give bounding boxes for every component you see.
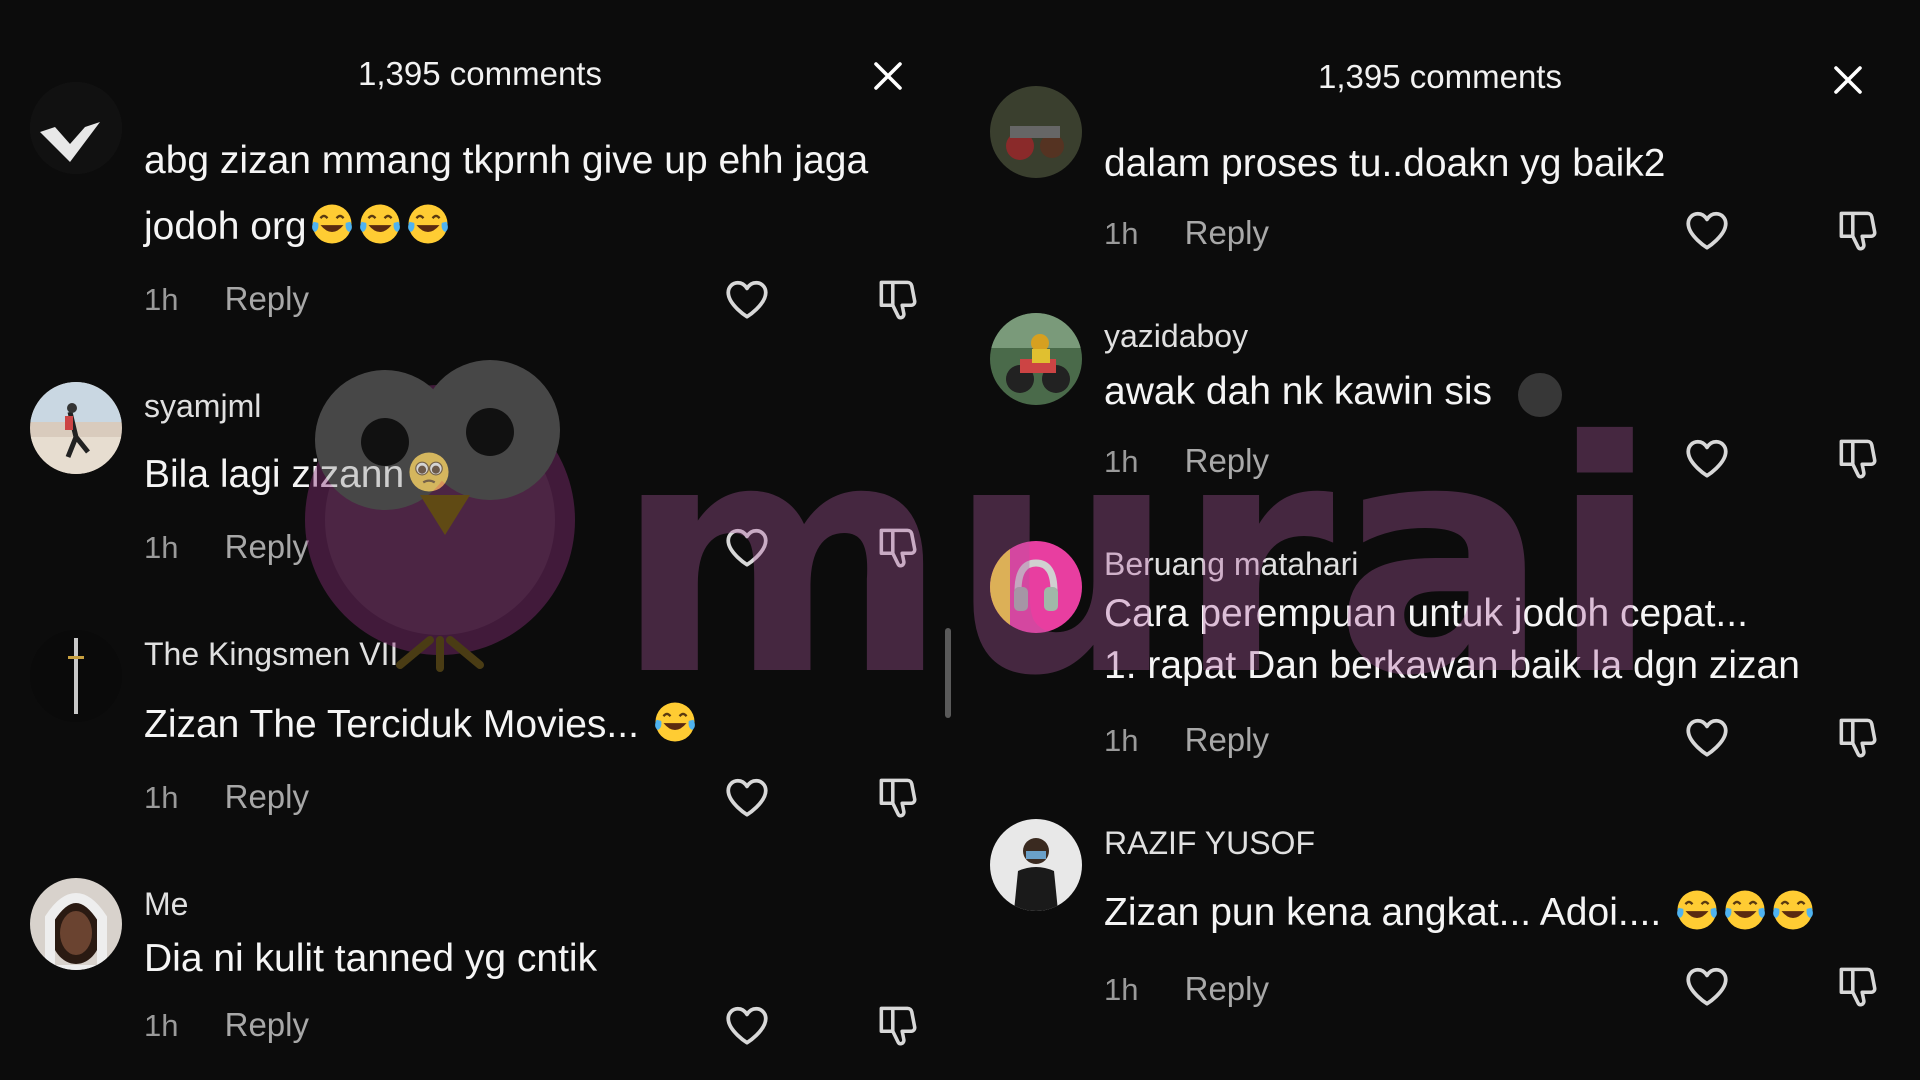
tears-of-joy-emoji xyxy=(1722,887,1768,933)
comment-username[interactable]: Beruang matahari xyxy=(1104,546,1358,583)
comment-text-line: Cara perempuan untuk jodoh cepat... xyxy=(1104,592,1748,635)
tears-of-joy-emoji xyxy=(309,201,355,247)
close-icon[interactable] xyxy=(1830,62,1866,98)
comment-meta: 1h Reply xyxy=(144,1006,309,1044)
comment-meta: 1h Reply xyxy=(1104,214,1269,252)
comment-text: abg zizan mmang tkprnh give up ehh jaga … xyxy=(144,139,869,248)
comment-username[interactable]: RAZIF YUSOF xyxy=(1104,825,1315,862)
tears-of-joy-emoji xyxy=(1674,887,1720,933)
comment-username[interactable]: syamjml xyxy=(144,388,261,425)
reply-button[interactable]: Reply xyxy=(225,280,309,318)
tears-of-joy-emoji xyxy=(652,699,698,745)
comments-count-title: 1,395 comments xyxy=(1318,58,1562,95)
reply-button[interactable]: Reply xyxy=(1185,442,1269,480)
comment-time: 1h xyxy=(144,1008,179,1043)
thumbs-down-icon[interactable] xyxy=(873,1000,923,1050)
pleading-face-emoji xyxy=(406,449,452,495)
comment-username[interactable]: Me xyxy=(144,886,188,923)
comment-time: 1h xyxy=(1104,444,1139,479)
avatar[interactable] xyxy=(30,630,122,722)
comment-meta: 1h Reply xyxy=(144,778,309,816)
heart-icon[interactable] xyxy=(1682,712,1732,762)
thumbs-down-icon[interactable] xyxy=(1833,712,1883,762)
reply-button[interactable]: Reply xyxy=(1185,721,1269,759)
tears-of-joy-emoji xyxy=(1770,887,1816,933)
comment-meta: 1h Reply xyxy=(144,280,309,318)
heart-icon[interactable] xyxy=(722,274,772,324)
comment-time: 1h xyxy=(144,282,179,317)
comment-time: 1h xyxy=(144,780,179,815)
comment-text: awak dah nk kawin sis xyxy=(1104,370,1493,413)
comment-meta: 1h Reply xyxy=(1104,721,1269,759)
avatar[interactable] xyxy=(30,82,122,174)
avatar[interactable] xyxy=(990,86,1082,178)
comment-meta: 1h Reply xyxy=(1104,442,1269,480)
comment-time: 1h xyxy=(1104,216,1139,251)
thumbs-down-icon[interactable] xyxy=(1833,433,1883,483)
heart-icon[interactable] xyxy=(722,522,772,572)
heart-icon[interactable] xyxy=(1682,961,1732,1011)
comment-username[interactable]: The Kingsmen VII xyxy=(144,636,398,673)
comment-meta: 1h Reply xyxy=(144,528,309,566)
comment-text: dalam proses tu..doakn yg baik2 xyxy=(1104,142,1666,185)
avatar[interactable] xyxy=(30,382,122,474)
thumbs-down-icon[interactable] xyxy=(873,274,923,324)
comment-meta: 1h Reply xyxy=(1104,970,1269,1008)
close-icon[interactable] xyxy=(870,58,906,94)
comment-text: Dia ni kulit tanned yg cntik xyxy=(144,937,598,980)
comment-text: Cara perempuan untuk jodoh cepat... 1. r… xyxy=(1104,588,1874,692)
heart-icon[interactable] xyxy=(1682,433,1732,483)
comments-panel-left: 1,395 comments abg zizan mmang tkprnh gi… xyxy=(0,0,960,1080)
tears-of-joy-emoji xyxy=(357,201,403,247)
comment-time: 1h xyxy=(1104,723,1139,758)
thumbs-down-icon[interactable] xyxy=(1833,961,1883,1011)
avatar[interactable] xyxy=(30,878,122,970)
thumbs-down-icon[interactable] xyxy=(1833,205,1883,255)
thumbs-down-icon[interactable] xyxy=(873,522,923,572)
comment-text: Zizan The Terciduk Movies... xyxy=(144,692,914,758)
reply-button[interactable]: Reply xyxy=(225,528,309,566)
heart-icon[interactable] xyxy=(722,1000,772,1050)
reply-button[interactable]: Reply xyxy=(1185,214,1269,252)
thumbs-down-icon[interactable] xyxy=(873,772,923,822)
comment-username[interactable]: yazidaboy xyxy=(1104,318,1248,355)
comment-text-line: 1. rapat Dan berkawan baik la dgn zizan xyxy=(1104,644,1800,687)
avatar[interactable] xyxy=(990,541,1082,633)
reply-button[interactable]: Reply xyxy=(1185,970,1269,1008)
reply-button[interactable]: Reply xyxy=(225,1006,309,1044)
comment-time: 1h xyxy=(144,530,179,565)
comments-count-title: 1,395 comments xyxy=(358,55,602,92)
comment-time: 1h xyxy=(1104,972,1139,1007)
heart-icon[interactable] xyxy=(1682,205,1732,255)
avatar[interactable] xyxy=(990,819,1082,911)
scrollbar[interactable] xyxy=(945,628,951,718)
comments-panel-right: 1,395 comments dalam proses tu..doakn yg… xyxy=(960,0,1920,1080)
heart-icon[interactable] xyxy=(722,772,772,822)
comment-text: Zizan pun kena angkat... Adoi.... xyxy=(1104,880,1874,946)
comment-text: Bila lagi zizann xyxy=(144,442,914,508)
avatar[interactable] xyxy=(990,313,1082,405)
reply-button[interactable]: Reply xyxy=(225,778,309,816)
tears-of-joy-emoji xyxy=(405,201,451,247)
